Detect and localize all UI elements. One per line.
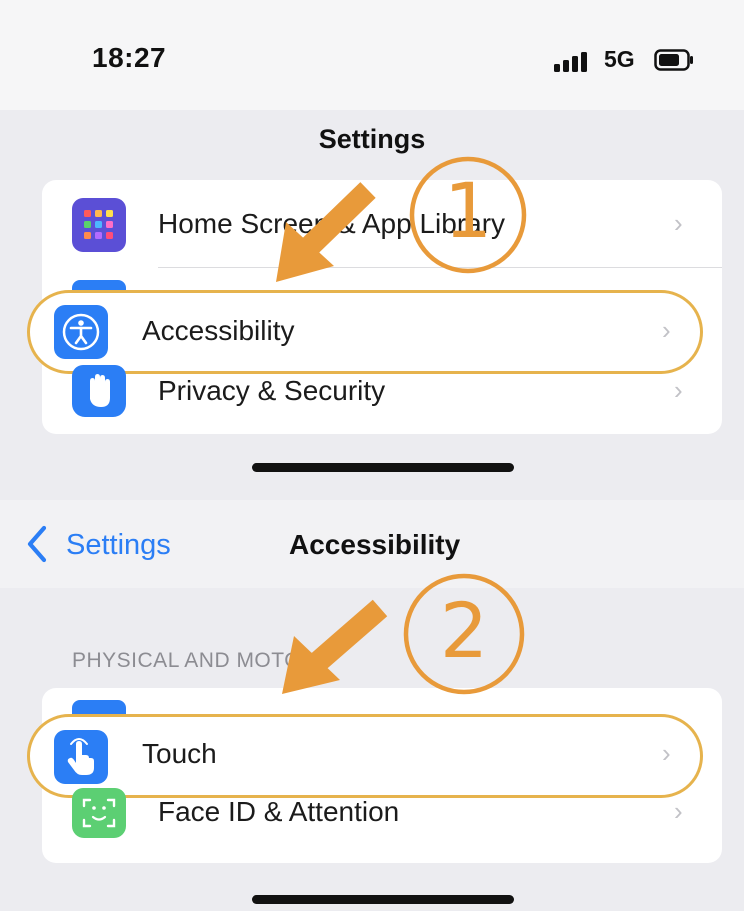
row-label-privacy: Privacy & Security	[158, 375, 386, 406]
row-divider	[158, 267, 722, 268]
face-id-icon	[72, 788, 126, 838]
chevron-right-icon: ›	[674, 375, 683, 405]
settings-row-touch[interactable]	[27, 714, 703, 798]
row-label-touch: Touch	[142, 738, 217, 769]
home-screen-grid-icon	[72, 198, 126, 252]
battery-icon	[654, 49, 693, 71]
chevron-right-icon: ›	[674, 208, 683, 238]
back-chevron-icon[interactable]	[24, 522, 50, 566]
touch-hand-icon	[54, 730, 108, 784]
signal-bars-icon	[554, 52, 587, 72]
home-indicator[interactable]	[252, 463, 514, 472]
section-header: PHYSICAL AND MOTOR	[72, 649, 317, 672]
status-time: 18:27	[92, 42, 167, 73]
page-title: Settings	[318, 124, 426, 154]
home-indicator[interactable]	[252, 895, 514, 904]
settings-row-accessibility[interactable]	[27, 290, 703, 374]
network-type: 5G	[604, 46, 635, 72]
row-label-face-id: Face ID & Attention	[158, 796, 400, 827]
back-button[interactable]: Settings	[66, 529, 171, 562]
step-2-label: 2	[439, 586, 489, 675]
hidden-row-icon	[72, 700, 126, 714]
row-label-accessibility: Accessibility	[142, 315, 295, 346]
page-title: Accessibility	[289, 529, 461, 560]
chevron-right-icon: ›	[662, 315, 671, 345]
step-1-label: 1	[443, 166, 493, 255]
privacy-hand-icon	[72, 365, 126, 417]
accessibility-person-icon	[54, 305, 108, 359]
chevron-right-icon: ›	[674, 796, 683, 826]
chevron-right-icon: ›	[662, 738, 671, 768]
